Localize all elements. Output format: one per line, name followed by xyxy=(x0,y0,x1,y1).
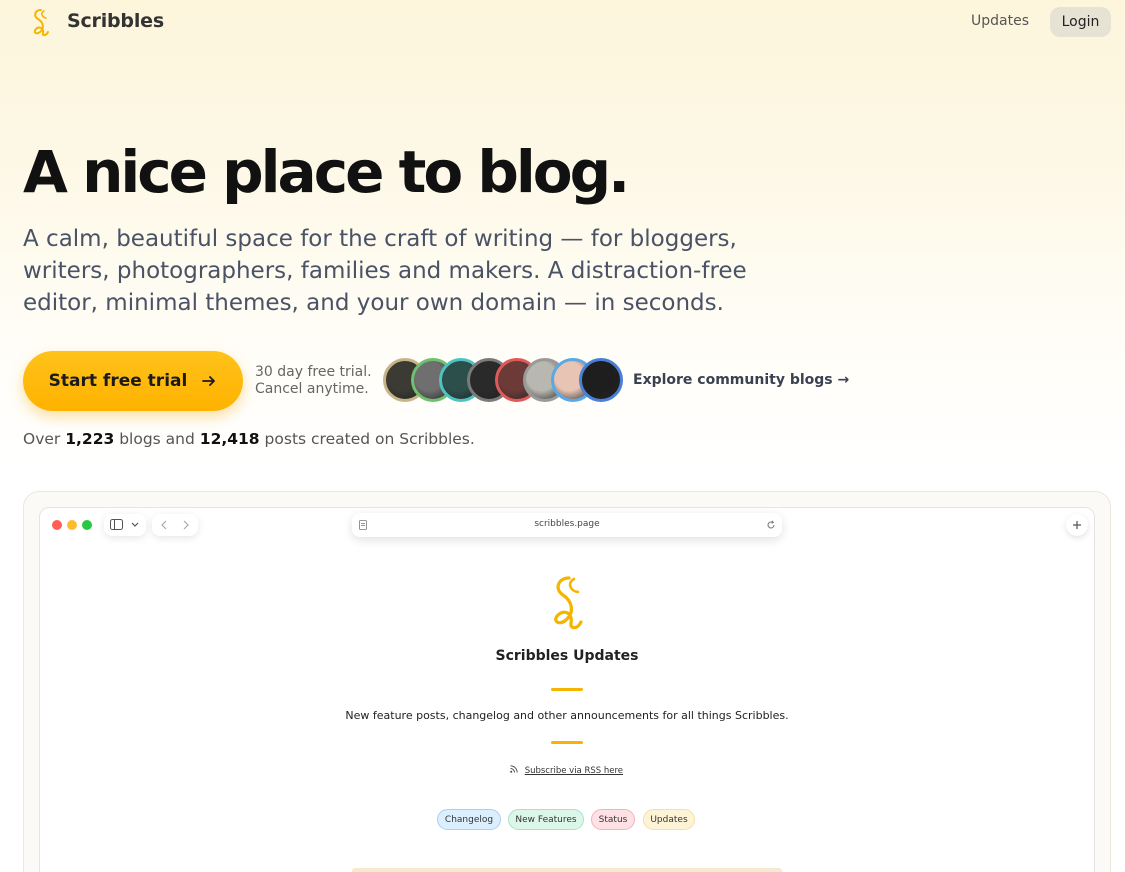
stats-prefix: Over xyxy=(23,430,61,448)
hero-subtitle-line: editor, minimal themes, and your own dom… xyxy=(23,290,724,316)
trial-note-line: 30 day free trial. xyxy=(255,364,372,380)
usage-stats: Over 1,223 blogs and 12,418 posts create… xyxy=(23,430,475,448)
tag-pill: Updates xyxy=(643,809,695,830)
address-bar: scribbles.page xyxy=(352,513,782,537)
history-nav-group xyxy=(152,514,198,536)
rss-icon xyxy=(510,765,518,773)
chevron-down-icon xyxy=(131,522,139,527)
plus-icon xyxy=(1073,521,1081,529)
new-tab-button xyxy=(1066,514,1088,536)
back-arrow-icon xyxy=(161,520,167,530)
site-description: New feature posts, changelog and other a… xyxy=(345,709,789,722)
hero-subtitle: A calm, beautiful space for the craft of… xyxy=(23,223,763,319)
divider xyxy=(551,688,583,691)
posts-count: 12,418 xyxy=(199,430,260,448)
stats-suffix: posts created on Scribbles. xyxy=(264,430,475,448)
hero-title: A nice place to blog. xyxy=(23,138,630,206)
post-card-edge xyxy=(352,868,782,872)
arrow-right-icon xyxy=(202,376,216,386)
window-minimize-dot xyxy=(67,520,77,530)
sidebar-toggle-group xyxy=(104,514,146,536)
trial-note-line: Cancel anytime. xyxy=(255,381,369,397)
tag-pill: Changelog xyxy=(437,809,501,830)
scribbles-logo-icon[interactable] xyxy=(27,8,55,38)
blogs-count: 1,223 xyxy=(65,430,115,448)
brand-name[interactable]: Scribbles xyxy=(67,10,164,32)
tag-pill: New Features xyxy=(508,809,584,830)
reload-icon xyxy=(767,520,775,529)
window-close-dot xyxy=(52,520,62,530)
explore-community-blogs-link[interactable]: Explore community blogs → xyxy=(633,372,849,388)
tag-pill: Status xyxy=(591,809,635,830)
start-free-trial-label: Start free trial xyxy=(48,371,188,391)
trial-note: 30 day free trial. Cancel anytime. xyxy=(255,364,372,398)
hero-subtitle-line: writers, photographers, families and mak… xyxy=(23,258,747,284)
community-blog-avatar[interactable] xyxy=(579,358,623,402)
login-button[interactable]: Login xyxy=(1050,7,1111,37)
sidebar-icon xyxy=(110,519,123,530)
divider xyxy=(551,741,583,744)
start-free-trial-button[interactable]: Start free trial xyxy=(23,351,243,411)
stats-middle: blogs and xyxy=(119,430,195,448)
hero-subtitle-line: A calm, beautiful space for the craft of… xyxy=(23,226,737,252)
rss-link: Subscribe via RSS here xyxy=(524,766,624,776)
site-header: Scribbles Updates Login xyxy=(0,0,1125,44)
site-title: Scribbles Updates xyxy=(495,648,639,664)
scribbles-site-logo-icon xyxy=(554,576,583,630)
url-text: scribbles.page xyxy=(534,519,600,529)
nav-updates-link[interactable]: Updates xyxy=(971,13,1029,29)
forward-arrow-icon xyxy=(183,520,189,530)
rss-subscribe: Subscribe via RSS here xyxy=(510,765,623,776)
window-zoom-dot xyxy=(82,520,92,530)
